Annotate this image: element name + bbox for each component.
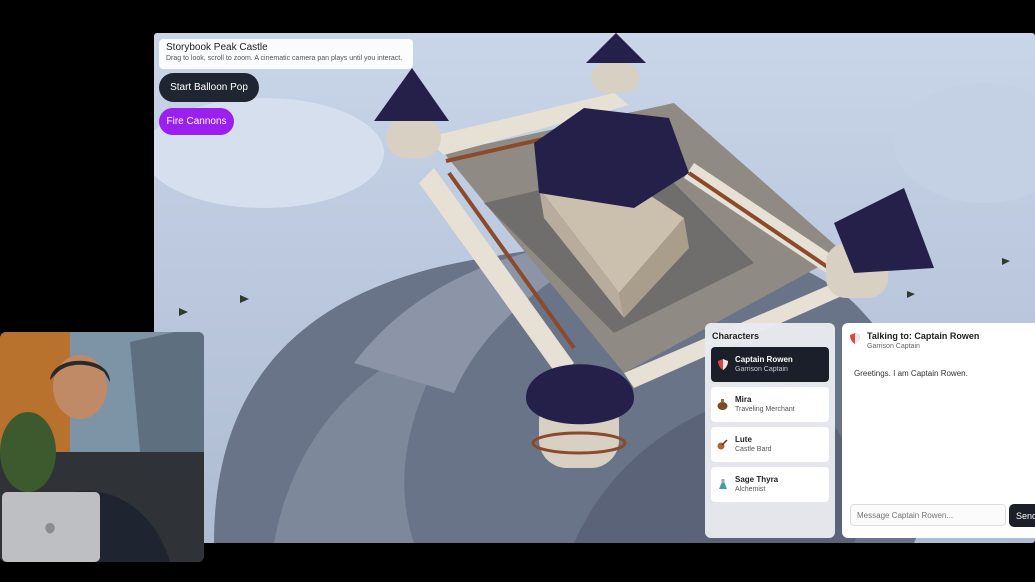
chat-title: Talking to: Captain Rowen [867, 331, 980, 341]
tower-nw [386, 118, 441, 158]
page-subtitle: Drag to look, scroll to zoom. A cinemati… [166, 55, 403, 62]
character-name: Mira [735, 395, 752, 404]
title-box: Storybook Peak Castle Drag to look, scro… [159, 39, 413, 69]
shield-icon [717, 359, 728, 370]
bag-icon [717, 399, 728, 410]
chat-message-input[interactable] [850, 504, 1006, 526]
characters-header: Characters [712, 331, 760, 341]
tower-nw-roof [374, 68, 449, 121]
shield-icon [850, 331, 860, 351]
character-item-mira[interactable]: Mira Traveling Merchant [711, 387, 829, 422]
character-name: Sage Thyra [735, 475, 779, 484]
character-role: Garrison Captain [735, 366, 788, 373]
bird [907, 291, 915, 298]
presenter-webcam [0, 332, 204, 562]
tower-n-roof [586, 33, 646, 63]
characters-panel: Characters Captain Rowen Garrison Captai… [705, 323, 835, 538]
bird [240, 295, 249, 303]
chat-message: Greetings. I am Captain Rowen. [854, 369, 968, 378]
chat-role: Garrison Captain [867, 343, 920, 350]
send-button[interactable]: Send [1009, 504, 1035, 527]
page-title: Storybook Peak Castle [166, 42, 268, 53]
chat-panel: Talking to: Captain Rowen Garrison Capta… [842, 323, 1035, 538]
character-name: Lute [735, 435, 752, 444]
character-role: Traveling Merchant [735, 406, 795, 413]
character-item-captain-rowen[interactable]: Captain Rowen Garrison Captain [711, 347, 829, 382]
chat-header: Talking to: Captain Rowen Garrison Capta… [850, 331, 979, 351]
cloud [894, 83, 1035, 203]
violin-icon [717, 439, 728, 450]
fire-cannons-button[interactable]: Fire Cannons [159, 108, 234, 135]
tower-s-roof [526, 364, 634, 425]
game-viewport[interactable]: Storybook Peak Castle Drag to look, scro… [154, 33, 1035, 543]
bird [1002, 258, 1010, 265]
start-balloon-pop-button[interactable]: Start Balloon Pop [159, 73, 259, 102]
tower-e-roof [834, 188, 934, 273]
character-role: Castle Bard [735, 446, 772, 453]
presenter-video [0, 332, 204, 562]
character-item-lute[interactable]: Lute Castle Bard [711, 427, 829, 462]
character-item-sage-thyra[interactable]: Sage Thyra Alchemist [711, 467, 829, 502]
flask-icon [717, 479, 728, 490]
tower-n [591, 63, 639, 93]
character-name: Captain Rowen [735, 355, 793, 364]
character-role: Alchemist [735, 486, 766, 493]
bird [179, 308, 188, 316]
